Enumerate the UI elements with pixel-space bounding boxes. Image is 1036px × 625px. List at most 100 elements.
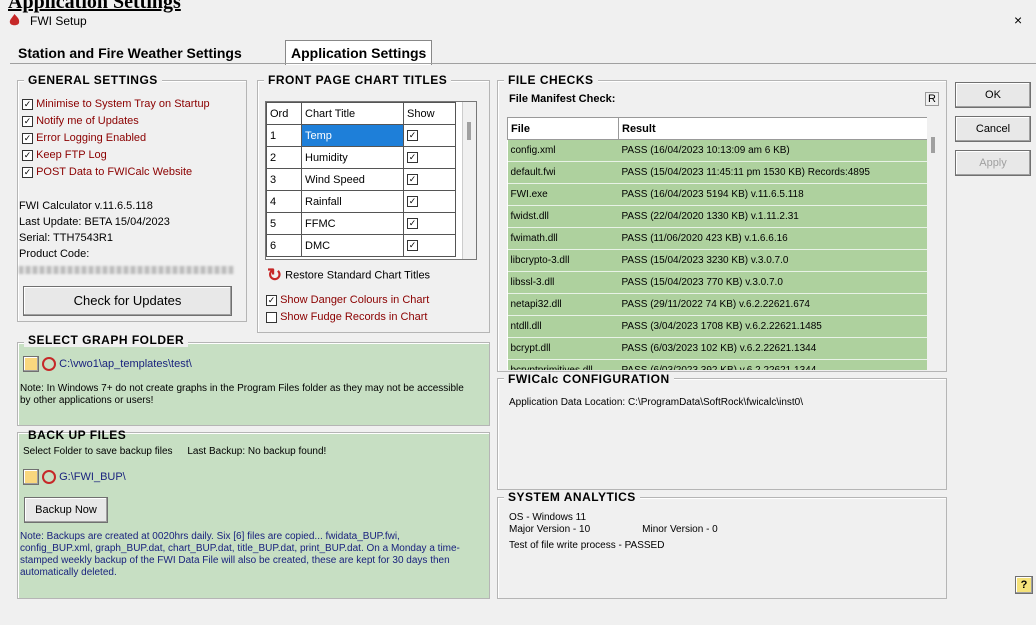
product-code-redacted xyxy=(19,266,234,274)
major-version-label: Major Version - 10 xyxy=(509,524,591,535)
chart-title-row[interactable]: 6 DMC ✓ xyxy=(266,234,456,257)
show-checkbox[interactable]: ✓ xyxy=(403,124,456,147)
chart-title-row[interactable]: 1 Temp ✓ xyxy=(266,124,456,147)
file-name-cell: fwimath.dll xyxy=(507,227,619,250)
checkbox-show-fudge[interactable]: Show Fudge Records in Chart xyxy=(266,309,429,326)
chart-title-row[interactable]: 3 Wind Speed ✓ xyxy=(266,168,456,191)
file-result-cell: PASS (6/03/2023 102 KB) v.6.2.22621.1344 xyxy=(618,337,931,360)
chart-titles-header-row: Ord Chart Title Show xyxy=(266,102,456,125)
file-name-cell: fwidst.dll xyxy=(507,205,619,228)
col-result: Result xyxy=(618,117,931,140)
file-result-cell: PASS (16/04/2023 10:13:09 am 6 KB) xyxy=(618,139,931,162)
file-check-row[interactable]: ntdll.dll PASS (3/04/2023 1708 KB) v.6.2.… xyxy=(507,315,931,338)
checkbox-error-logging[interactable]: ✓ Error Logging Enabled xyxy=(22,130,210,147)
backup-note: Note: Backups are created at 0020hrs dai… xyxy=(20,531,460,578)
restore-icon: ↻ xyxy=(267,265,283,285)
chart-title-row[interactable]: 5 FFMC ✓ xyxy=(266,212,456,235)
backup-folder-row: G:\FWI_BUP\ xyxy=(23,469,126,485)
show-checkbox[interactable]: ✓ xyxy=(403,146,456,169)
minor-version-label: Minor Version - 0 xyxy=(642,524,718,535)
file-check-row[interactable]: fwimath.dll PASS (11/06/2020 423 KB) v.1.… xyxy=(507,227,931,250)
scrollbar-thumb[interactable] xyxy=(467,122,471,140)
show-checkbox[interactable]: ✓ xyxy=(403,234,456,257)
file-name-cell: config.xml xyxy=(507,139,619,162)
col-chart-title: Chart Title xyxy=(301,102,404,125)
graph-folder-row: C:\vwo1\ap_templates\test\ xyxy=(23,356,192,372)
file-check-row[interactable]: libcrypto-3.dll PASS (15/04/2023 3230 KB)… xyxy=(507,249,931,272)
file-check-row[interactable]: bcrypt.dll PASS (6/03/2023 102 KB) v.6.2.… xyxy=(507,337,931,360)
product-code-label: Product Code: xyxy=(19,248,90,260)
file-result-cell: PASS (3/04/2023 1708 KB) v.6.2.22621.148… xyxy=(618,315,931,338)
file-name-cell: bcrypt.dll xyxy=(507,337,619,360)
app-data-location: Application Data Location: C:\ProgramDat… xyxy=(509,397,804,408)
col-ord: Ord xyxy=(266,102,302,125)
restore-titles-button[interactable]: ↻ Restore Standard Chart Titles xyxy=(267,265,430,286)
file-name-cell: libcrypto-3.dll xyxy=(507,249,619,272)
file-check-row[interactable]: netapi32.dll PASS (29/11/2022 74 KB) v.6.… xyxy=(507,293,931,316)
file-check-row[interactable]: FWI.exe PASS (16/04/2023 5194 KB) v.11.6.… xyxy=(507,183,931,206)
close-icon[interactable]: × xyxy=(1014,12,1022,28)
col-show: Show xyxy=(403,102,456,125)
file-checks-scrollbar[interactable] xyxy=(927,117,940,370)
show-checkbox[interactable]: ✓ xyxy=(403,212,456,235)
check-updates-button[interactable]: Check for Updates xyxy=(23,286,232,316)
refresh-button[interactable]: R xyxy=(925,92,939,106)
manifest-label: File Manifest Check: xyxy=(509,93,616,105)
version-label: FWI Calculator v.11.6.5.118 xyxy=(19,200,153,212)
chart-title-row[interactable]: 2 Humidity ✓ xyxy=(266,146,456,169)
checkbox-ftp-log[interactable]: ✓ Keep FTP Log xyxy=(22,147,210,164)
chart-titles-scrollbar[interactable] xyxy=(462,102,476,259)
file-checks-grid: File Result config.xml PASS (16/04/2023 1… xyxy=(507,117,940,370)
file-result-cell: PASS (15/04/2023 11:45:11 pm 1530 KB) Re… xyxy=(618,161,931,184)
file-name-cell: bcryptprimitives.dll xyxy=(507,359,619,370)
file-checks-title: FILE CHECKS xyxy=(504,73,598,87)
backup-select-label: Select Folder to save backup files xyxy=(23,446,173,457)
clear-folder-icon[interactable] xyxy=(42,357,57,371)
clear-folder-icon[interactable] xyxy=(42,470,57,484)
open-folder-icon[interactable] xyxy=(23,469,39,485)
app-flame-icon xyxy=(9,14,20,26)
file-result-cell: PASS (16/04/2023 5194 KB) v.11.6.5.118 xyxy=(618,183,931,206)
chart-titles-grid: Ord Chart Title Show 1 Temp ✓ 2 Humidity ✓ 3… xyxy=(265,101,477,260)
file-name-cell: FWI.exe xyxy=(507,183,619,206)
general-settings-title: GENERAL SETTINGS xyxy=(24,73,162,87)
help-icon[interactable]: ? xyxy=(1015,576,1033,594)
backup-folder-path: G:\FWI_BUP\ xyxy=(59,470,126,483)
file-result-cell: PASS (15/04/2023 3230 KB) v.3.0.7.0 xyxy=(618,249,931,272)
tab-divider xyxy=(10,63,1036,64)
checkbox-notify-updates[interactable]: ✓ Notify me of Updates xyxy=(22,113,210,130)
serial-label: Serial: TTH7543R1 xyxy=(19,232,113,244)
file-check-row[interactable]: default.fwi PASS (15/04/2023 11:45:11 pm … xyxy=(507,161,931,184)
cancel-button[interactable]: Cancel xyxy=(955,116,1031,142)
chart-titles-title: FRONT PAGE CHART TITLES xyxy=(264,73,452,87)
chart-title-row[interactable]: 4 Rainfall ✓ xyxy=(266,190,456,213)
file-result-cell: PASS (11/06/2020 423 KB) v.1.6.6.16 xyxy=(618,227,931,250)
show-checkbox[interactable]: ✓ xyxy=(403,190,456,213)
tab-station-settings[interactable]: Station and Fire Weather Settings xyxy=(18,42,242,64)
last-update-label: Last Update: BETA 15/04/2023 xyxy=(19,216,170,228)
os-label: OS - Windows 11 xyxy=(509,512,587,523)
open-folder-icon[interactable] xyxy=(23,356,39,372)
file-check-row[interactable]: bcryptprimitives.dllPASS (6/03/2023 392 … xyxy=(507,359,931,370)
backup-title: BACK UP FILES xyxy=(28,428,127,442)
file-check-row[interactable]: config.xml PASS (16/04/2023 10:13:09 am 6… xyxy=(507,139,931,162)
backup-now-button[interactable]: Backup Now xyxy=(24,497,108,523)
file-name-cell: libssl-3.dll xyxy=(507,271,619,294)
checkbox-minimise-tray[interactable]: ✓ Minimise to System Tray on Startup xyxy=(22,96,210,113)
analytics-title: SYSTEM ANALYTICS xyxy=(504,490,640,504)
apply-button[interactable]: Apply xyxy=(955,150,1031,176)
file-name-cell: ntdll.dll xyxy=(507,315,619,338)
file-check-row[interactable]: fwidst.dll PASS (22/04/2020 1330 KB) v.1.… xyxy=(507,205,931,228)
scrollbar-thumb[interactable] xyxy=(931,137,935,153)
last-backup-label: Last Backup: No backup found! xyxy=(187,446,327,457)
checkbox-show-danger[interactable]: ✓ Show Danger Colours in Chart xyxy=(266,292,429,309)
graph-folder-title: SELECT GRAPH FOLDER xyxy=(24,333,189,347)
ok-button[interactable]: OK xyxy=(955,82,1031,108)
col-file: File xyxy=(507,117,619,140)
show-checkbox[interactable]: ✓ xyxy=(403,168,456,191)
checkbox-post-data[interactable]: ✓ POST Data to FWICalc Website xyxy=(22,164,210,181)
tab-application-settings[interactable]: Application Settings xyxy=(285,40,433,65)
file-check-row[interactable]: libssl-3.dll PASS (15/04/2023 770 KB) v.3… xyxy=(507,271,931,294)
graph-folder-path: C:\vwo1\ap_templates\test\ xyxy=(59,357,192,370)
general-checkbox-list: ✓ Minimise to System Tray on Startup ✓ N… xyxy=(22,96,210,181)
